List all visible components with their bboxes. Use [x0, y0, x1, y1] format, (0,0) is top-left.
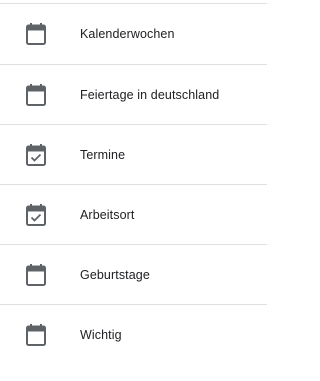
- calendar-item-label: Feiertage in deutschland: [80, 87, 220, 102]
- calendar-list: Kalenderwochen Feiertage in deutschland …: [0, 0, 267, 381]
- calendar-item-arbeitsort[interactable]: Arbeitsort: [0, 185, 267, 245]
- calendar-item-label: Arbeitsort: [80, 207, 135, 222]
- calendar-item-label: Kalenderwochen: [80, 27, 175, 41]
- calendar-item-feiertage[interactable]: Feiertage in deutschland: [0, 65, 267, 125]
- calendar-item-label: Wichtig: [80, 328, 122, 342]
- calendar-icon: [26, 23, 46, 45]
- calendar-icon: [26, 264, 46, 286]
- calendar-check-icon: [26, 204, 46, 226]
- calendar-check-icon: [26, 144, 46, 166]
- calendar-item-kalenderwochen[interactable]: Kalenderwochen: [0, 4, 267, 65]
- calendar-icon: [26, 324, 46, 346]
- calendar-item-wichtig[interactable]: Wichtig: [0, 305, 267, 365]
- calendar-item-geburtstage[interactable]: Geburtstage: [0, 245, 267, 305]
- calendar-item-label: Termine: [80, 147, 126, 162]
- calendar-icon: [26, 84, 46, 106]
- calendar-item-label: Geburtstage: [80, 267, 150, 282]
- calendar-item-termine[interactable]: Termine: [0, 125, 267, 185]
